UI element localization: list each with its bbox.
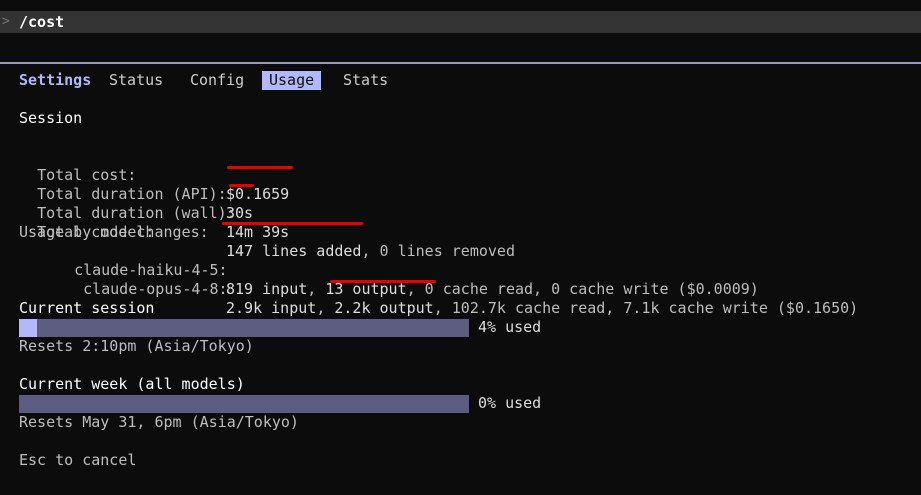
duration-api-row: Total duration (API): 30s (19, 166, 253, 222)
tab-settings[interactable]: Settings (19, 71, 91, 90)
code-changes-values: 147 lines added, 0 lines removed (226, 242, 515, 261)
prompt-caret-icon: > (2, 14, 10, 29)
code-changes-row: Total code changes: 147 lines added, 0 l… (19, 204, 515, 260)
tab-status[interactable]: Status (109, 71, 163, 90)
code-changes-added: 147 lines added (226, 242, 362, 260)
current-session-progress-bar (19, 319, 469, 337)
esc-cancel-hint[interactable]: Esc to cancel (19, 451, 136, 470)
annotation-underline-duration (229, 184, 254, 187)
model-usage: 819 input, 13 output, 0 cache read, 0 ca… (226, 280, 759, 298)
total-cost-row: Total cost: $0.1659 (19, 147, 289, 203)
model-row-haiku: claude-haiku-4-5: 819 input, 13 output, … (56, 242, 759, 298)
model-output: 2.2k output (334, 299, 434, 317)
model-rest: , 0 cache read, 0 cache write ($0.0009) (406, 280, 759, 298)
model-row-opus: claude-opus-4-8: 2.9k input, 2.2k output… (65, 261, 858, 317)
current-week-resets: Resets May 31, 6pm (Asia/Tokyo) (19, 413, 299, 431)
command-prompt-bar[interactable]: > /cost (0, 11, 921, 33)
usage-by-model-label: Usage by model: (19, 223, 155, 241)
current-week-heading: Current week (all models) (19, 375, 245, 393)
model-input: 819 input (226, 280, 308, 298)
current-week-progress-bar (19, 395, 469, 413)
annotation-underline-output (330, 280, 436, 283)
tab-stats[interactable]: Stats (343, 71, 388, 90)
tab-usage[interactable]: Usage (262, 71, 322, 90)
model-input: 2.9k input (226, 299, 317, 317)
panel-divider (0, 62, 921, 64)
code-changes-removed: , 0 lines removed (361, 242, 515, 260)
current-session-progress-fill (19, 319, 37, 337)
tab-config[interactable]: Config (190, 71, 244, 90)
duration-wall-row: Total duration (wall): 14m 39s (19, 185, 289, 241)
current-session-resets: Resets 2:10pm (Asia/Tokyo) (19, 337, 254, 355)
model-rest: , 102.7k cache read, 7.1k cache write ($… (433, 299, 859, 317)
current-session-used-label: 4% used (478, 318, 542, 336)
duration-wall-value: 14m 39s (226, 223, 290, 241)
annotation-underline-lines-added (222, 222, 363, 225)
current-week-used-label: 0% used (478, 394, 542, 412)
current-session-heading: Current session (19, 299, 155, 317)
model-usage: 2.9k input, 2.2k output, 102.7k cache re… (226, 299, 859, 317)
session-heading: Session (19, 109, 83, 127)
prompt-command-text: /cost (19, 13, 65, 31)
annotation-underline-cost (227, 166, 293, 169)
model-name: claude-opus-4-8: (83, 280, 228, 298)
